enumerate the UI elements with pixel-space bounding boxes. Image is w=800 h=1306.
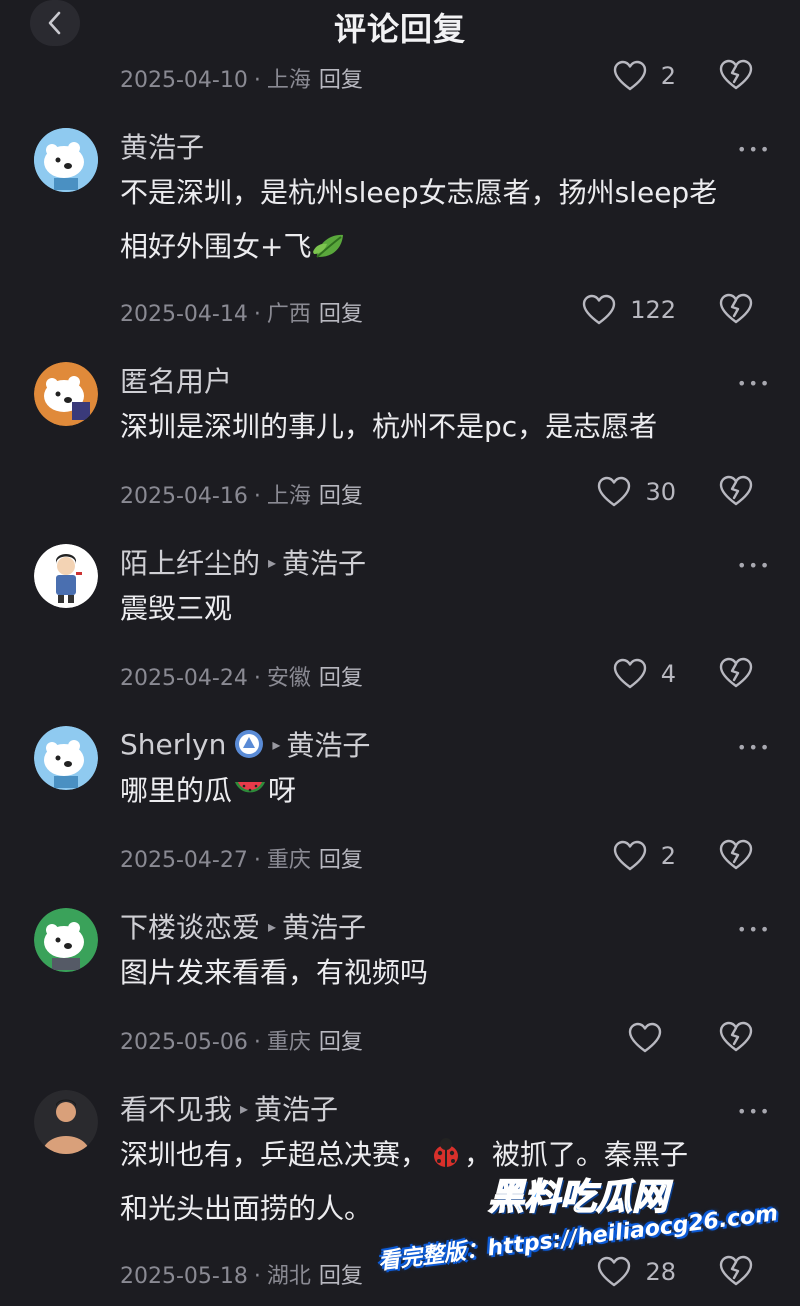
reply-button[interactable]: 回复 bbox=[319, 848, 363, 873]
comment-content: 图片发来看看，有视频吗 bbox=[120, 956, 429, 989]
reply-arrow-icon: ▸ bbox=[268, 916, 277, 936]
reply-to-name[interactable]: 黄浩子 bbox=[254, 1088, 338, 1128]
comment-content: 哪里的瓜呀 bbox=[120, 774, 297, 807]
reply-button[interactable]: 回复 bbox=[319, 666, 363, 691]
broken-heart-icon[interactable] bbox=[719, 1021, 753, 1053]
user-name[interactable]: Sherlyn bbox=[120, 728, 226, 761]
like-count: 30 bbox=[645, 478, 676, 506]
reply-arrow-icon: ▸ bbox=[268, 552, 277, 572]
like-count: 4 bbox=[660, 660, 676, 688]
top-comment-meta: 2025-04-10 · 上海 回复 2 bbox=[0, 56, 800, 96]
bear-avatar-icon bbox=[34, 128, 98, 192]
reply-to-name[interactable]: 黄浩子 bbox=[282, 542, 366, 582]
like-count: 122 bbox=[630, 296, 676, 324]
reply-arrow-icon: ▸ bbox=[240, 1098, 249, 1118]
reply-button[interactable]: 回复 bbox=[319, 302, 363, 327]
more-dots-icon[interactable]: ••• bbox=[737, 374, 771, 393]
cartoon-person-avatar-icon bbox=[34, 544, 98, 608]
more-dots-icon[interactable]: ••• bbox=[737, 1102, 771, 1121]
reply-button[interactable]: 回复 bbox=[319, 484, 363, 509]
broken-heart-icon[interactable] bbox=[719, 293, 753, 325]
reply-button[interactable]: 回复 bbox=[319, 1264, 363, 1289]
watermelon-emoji bbox=[235, 782, 266, 793]
comment-date: 2025-05-18 bbox=[120, 1264, 248, 1289]
like-count: 28 bbox=[645, 1258, 676, 1286]
user-name[interactable]: 下楼谈恋爱 bbox=[120, 906, 260, 946]
comment-date: 2025-04-10 bbox=[120, 68, 248, 93]
broken-heart-icon[interactable] bbox=[719, 475, 753, 507]
page-title: 评论回复 bbox=[333, 10, 466, 48]
comment-location: 重庆 bbox=[266, 1030, 311, 1055]
more-dots-icon[interactable]: ••• bbox=[737, 738, 771, 757]
reply-arrow-icon: ▸ bbox=[272, 734, 281, 754]
like-button[interactable]: 28 bbox=[597, 1252, 676, 1292]
comment-date: 2025-04-14 bbox=[120, 302, 248, 327]
leaf-emoji bbox=[313, 234, 344, 258]
broken-heart-icon[interactable] bbox=[719, 59, 753, 91]
like-button[interactable]: 2 bbox=[613, 836, 676, 876]
comment-location: 湖北 bbox=[266, 1264, 311, 1289]
avatar[interactable] bbox=[34, 362, 98, 426]
reply-to-name[interactable]: 黄浩子 bbox=[286, 724, 370, 764]
like-count: 2 bbox=[660, 842, 676, 870]
heart-icon bbox=[613, 840, 646, 871]
comment-date: 2025-04-24 bbox=[120, 666, 248, 691]
top-bar: 评论回复 bbox=[0, 0, 800, 50]
comment-date: 2025-05-06 bbox=[120, 1030, 248, 1055]
comment-location: 重庆 bbox=[266, 848, 311, 873]
comment-content: 深圳也有，乒超总决赛， ，被抓了。秦黑子 和光头出面捞的人。 bbox=[120, 1138, 689, 1225]
bear-avatar-icon bbox=[34, 362, 98, 426]
bear-avatar-icon bbox=[34, 726, 98, 790]
broken-heart-icon[interactable] bbox=[719, 1255, 753, 1287]
more-dots-icon[interactable]: ••• bbox=[737, 556, 771, 575]
avatar[interactable] bbox=[34, 908, 98, 972]
heart-icon bbox=[613, 60, 646, 91]
comment-content: 不是深圳，是杭州sleep女志愿者，扬州sleep老 相好外围女+飞 bbox=[120, 176, 718, 263]
comment-content: 深圳是深圳的事儿，杭州不是pc，是志愿者 bbox=[120, 410, 658, 443]
comment-location: 广西 bbox=[266, 302, 311, 327]
vip-badge-icon bbox=[235, 730, 264, 758]
heart-icon bbox=[628, 1022, 662, 1053]
like-button[interactable]: 30 bbox=[597, 472, 676, 512]
comment-location: 安徽 bbox=[266, 666, 311, 691]
heart-icon bbox=[582, 294, 616, 325]
comment-content: 震毁三观 bbox=[120, 592, 233, 625]
heart-icon bbox=[613, 658, 646, 689]
user-name[interactable]: 匿名用户 bbox=[120, 360, 232, 400]
more-dots-icon[interactable]: ••• bbox=[737, 140, 771, 159]
like-button[interactable]: 122 bbox=[582, 290, 676, 330]
bear-avatar-icon bbox=[34, 908, 98, 972]
avatar[interactable] bbox=[34, 1090, 98, 1154]
comment-location: 上海 bbox=[266, 484, 311, 509]
broken-heart-icon[interactable] bbox=[719, 839, 753, 871]
avatar[interactable] bbox=[34, 544, 98, 608]
avatar[interactable] bbox=[34, 128, 98, 192]
user-name[interactable]: 看不见我 bbox=[120, 1088, 232, 1128]
like-button[interactable] bbox=[628, 1018, 676, 1058]
reply-button[interactable]: 回复 bbox=[319, 1030, 363, 1055]
reply-to-name[interactable]: 黄浩子 bbox=[282, 906, 366, 946]
comment-location: 上海 bbox=[266, 68, 311, 93]
like-button[interactable]: 4 bbox=[613, 654, 676, 694]
photo-avatar-icon bbox=[34, 1090, 98, 1154]
more-dots-icon[interactable]: ••• bbox=[737, 920, 771, 939]
like-button[interactable]: 2 bbox=[613, 56, 676, 96]
heart-icon bbox=[598, 1256, 631, 1287]
broken-heart-icon[interactable] bbox=[719, 657, 753, 689]
ladybug-emoji bbox=[434, 1138, 459, 1167]
like-count: 2 bbox=[660, 62, 676, 90]
comment-date: 2025-04-27 bbox=[120, 848, 248, 873]
user-name[interactable]: 陌上纤尘的 bbox=[120, 542, 260, 582]
heart-icon bbox=[598, 476, 631, 507]
reply-button[interactable]: 回复 bbox=[319, 68, 363, 93]
avatar[interactable] bbox=[34, 726, 98, 790]
comment-date: 2025-04-16 bbox=[120, 484, 248, 509]
user-name[interactable]: 黄浩子 bbox=[120, 126, 204, 166]
